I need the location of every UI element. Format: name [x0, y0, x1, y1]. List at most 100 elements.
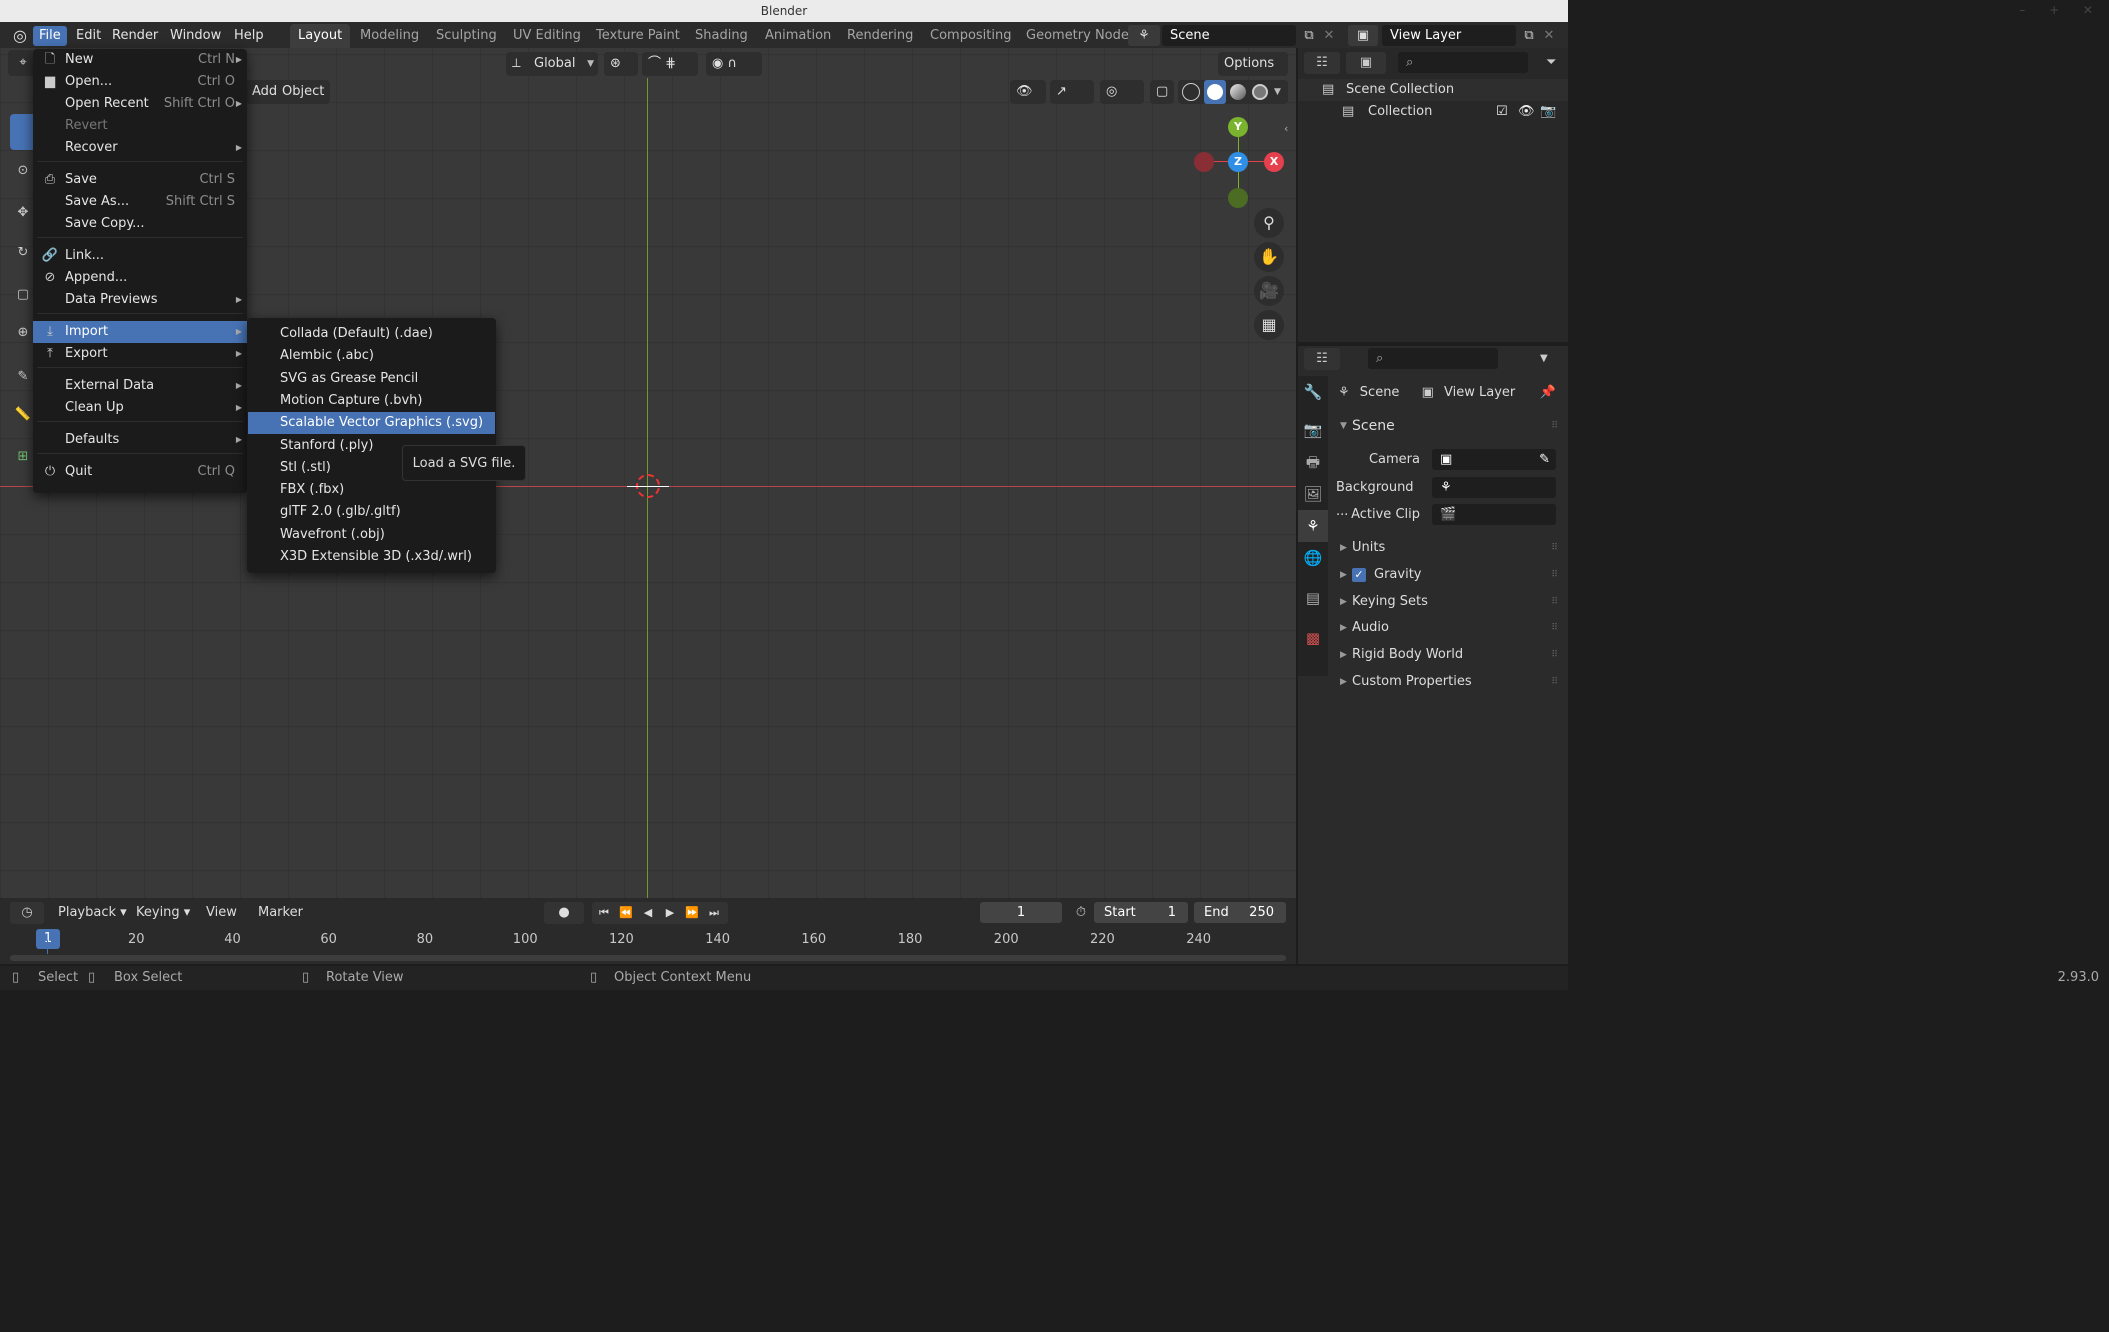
transform-orientation-dropdown[interactable]: Global ⟂ ▼ — [506, 52, 598, 76]
outliner-display-mode-icon[interactable]: ☷ — [1304, 52, 1340, 74]
gizmo-toggle-icon[interactable]: ↗ — [1050, 80, 1094, 104]
panel-audio[interactable]: ▶ Audio ⠿ — [1336, 616, 1562, 640]
file-menu-external-data[interactable]: External Data ▶ — [33, 375, 247, 397]
object-menu[interactable]: Object — [276, 80, 331, 104]
drag-grip-icon[interactable]: ⠿ — [1551, 643, 1558, 667]
grid-view-icon[interactable]: ▦ — [1254, 310, 1284, 340]
auto-keying-icon[interactable]: ● — [544, 902, 584, 924]
gizmo-neg-x-axis[interactable] — [1194, 152, 1214, 172]
overlay-icon[interactable]: ◎ — [1100, 80, 1144, 104]
jump-end-icon[interactable]: ⏭ — [704, 903, 724, 923]
pan-hand-icon[interactable]: ✋ — [1254, 242, 1284, 272]
gizmo-x-axis[interactable]: X — [1264, 152, 1284, 172]
file-menu-open-recent[interactable]: Open Recent Shift Ctrl O ▶ — [33, 93, 247, 115]
tab-geometry-node[interactable]: Geometry Node — [1018, 24, 1137, 48]
gizmo-y-axis[interactable]: Y — [1228, 117, 1248, 137]
eyedropper-icon[interactable]: ✎ — [1539, 449, 1550, 470]
panel-keying-sets[interactable]: ▶ Keying Sets ⠿ — [1336, 590, 1562, 614]
outliner-row-scene-collection[interactable]: ▤ Scene Collection — [1298, 79, 1568, 101]
current-frame-field[interactable]: 1 — [980, 902, 1062, 923]
menu-window[interactable]: Window — [164, 26, 227, 46]
drag-grip-icon[interactable]: ⠿ — [1551, 414, 1558, 438]
gizmo-z-axis[interactable]: Z — [1228, 152, 1248, 172]
zoom-icon[interactable]: ⚲ — [1254, 208, 1284, 238]
camera-view-icon[interactable]: 🎥 — [1254, 276, 1284, 306]
properties-search-input[interactable]: ⌕ — [1368, 348, 1498, 369]
tab-animation[interactable]: Animation — [757, 24, 839, 48]
rendered-shading-icon[interactable] — [1252, 84, 1268, 100]
visibility-icon[interactable]: 👁 — [1010, 80, 1046, 104]
tab-layout[interactable]: Layout — [290, 24, 351, 48]
drag-grip-icon[interactable]: ⠿ — [1551, 536, 1558, 560]
import-item-9[interactable]: Wavefront (.obj) — [248, 524, 495, 546]
menu-edit[interactable]: Edit — [70, 26, 107, 46]
file-menu-link[interactable]: 🔗 Link... — [33, 245, 247, 267]
jump-start-icon[interactable]: ⏮ — [594, 903, 614, 923]
pivot-point-icon[interactable]: ⊛ — [604, 52, 638, 76]
import-item-3[interactable]: Motion Capture (.bvh) — [248, 390, 495, 412]
collection-tab-icon[interactable]: ▤ — [1298, 582, 1328, 614]
outliner-filter-icon[interactable]: ▣ — [1346, 52, 1386, 74]
properties-editor-icon[interactable]: ☷ — [1304, 348, 1340, 370]
import-item-4[interactable]: Scalable Vector Graphics (.svg) — [248, 412, 495, 435]
jump-keyframe-back-icon[interactable]: ⏪ — [616, 903, 636, 923]
panel-units[interactable]: ▶ Units ⠿ — [1336, 536, 1562, 560]
timeline-menu-playback[interactable]: Playback ▾ — [52, 902, 133, 924]
file-menu-import[interactable]: ⤓ Import ▶ — [33, 321, 247, 343]
camera-field[interactable]: ▣ ✎ — [1432, 449, 1556, 470]
playhead-frame[interactable]: 1 — [36, 929, 60, 949]
file-menu-open[interactable]: ▆ Open... Ctrl O — [33, 71, 247, 93]
view-layer-browse-icon[interactable]: ▣ — [1348, 25, 1378, 46]
outliner-row-collection[interactable]: ▤ Collection ☑ 👁 📷 — [1298, 101, 1568, 123]
menu-help[interactable]: Help — [228, 26, 270, 46]
tab-sculpting[interactable]: Sculpting — [428, 24, 505, 48]
file-menu-recover[interactable]: Recover ▶ — [33, 137, 247, 159]
timeline-editor-type-icon[interactable]: ◷ — [10, 902, 44, 924]
output-tab-icon[interactable]: 🖶 — [1298, 446, 1328, 478]
drag-grip-icon[interactable]: ⠿ — [1551, 670, 1558, 694]
eye-icon[interactable]: 👁 — [1518, 104, 1535, 119]
panel-custom-properties[interactable]: ▶ Custom Properties ⠿ — [1336, 670, 1562, 694]
active-clip-field[interactable]: 🎬 — [1432, 504, 1556, 525]
menu-file[interactable]: File — [33, 26, 67, 46]
import-item-8[interactable]: glTF 2.0 (.glb/.gltf) — [248, 501, 495, 523]
gizmo-neg-y-axis[interactable] — [1228, 188, 1248, 208]
world-tab-icon[interactable]: 🌐 — [1298, 542, 1328, 574]
tab-texture-paint[interactable]: Texture Paint — [588, 24, 688, 48]
funnel-filter-icon[interactable]: ⏷ — [1546, 52, 1556, 74]
tool-tab-icon[interactable]: 🔧 — [1298, 376, 1328, 408]
tab-modeling[interactable]: Modeling — [352, 24, 427, 48]
play-reverse-icon[interactable]: ◀ — [638, 903, 658, 923]
texture-tab-icon[interactable]: ▩ — [1298, 622, 1328, 654]
blender-logo-icon[interactable]: ◎ — [10, 26, 30, 46]
render-tab-icon[interactable]: 📷 — [1298, 414, 1328, 446]
scene-name-field[interactable]: Scene — [1162, 25, 1296, 46]
file-menu-save-copy[interactable]: Save Copy... — [33, 213, 247, 235]
file-menu-data-previews[interactable]: Data Previews ▶ — [33, 289, 247, 311]
xray-icon[interactable]: ▢ — [1150, 80, 1174, 104]
timeline-menu-marker[interactable]: Marker — [252, 902, 309, 924]
outliner-search-input[interactable]: ⌕ — [1398, 52, 1528, 73]
scene-section-header[interactable]: ▼ Scene ⠿ — [1336, 414, 1562, 438]
timeline-scrollbar[interactable] — [10, 955, 1286, 961]
new-scene-icon[interactable]: ⧉ — [1298, 25, 1320, 46]
solid-shading-icon[interactable] — [1204, 80, 1226, 104]
timeline-menu-keying[interactable]: Keying ▾ — [130, 902, 196, 924]
scene-tab-icon[interactable]: ⚘ — [1298, 510, 1328, 542]
window-controls[interactable]: – + ✕ — [2019, 0, 2103, 22]
exclude-checkbox-icon[interactable]: ☑ — [1496, 104, 1508, 119]
tab-uv-editing[interactable]: UV Editing — [505, 24, 589, 48]
pin-icon[interactable]: 📌 — [1540, 380, 1556, 406]
file-menu-quit[interactable]: ⏻ Quit Ctrl Q — [33, 461, 247, 483]
render-camera-icon[interactable]: 📷 — [1540, 104, 1556, 119]
import-item-7[interactable]: FBX (.fbx) — [248, 479, 495, 501]
chevron-down-icon[interactable]: ▼ — [1274, 80, 1281, 104]
import-item-2[interactable]: SVG as Grease Pencil — [248, 368, 495, 390]
delete-scene-icon[interactable]: ✕ — [1320, 25, 1338, 46]
timeline-menu-view[interactable]: View — [200, 902, 243, 924]
play-icon[interactable]: ▶ — [660, 903, 680, 923]
file-menu-new[interactable]: 🗋 New Ctrl N ▶ — [33, 49, 247, 71]
tab-rendering[interactable]: Rendering — [839, 24, 921, 48]
import-item-0[interactable]: Collada (Default) (.dae) — [248, 323, 495, 345]
jump-keyframe-forward-icon[interactable]: ⏩ — [682, 903, 702, 923]
